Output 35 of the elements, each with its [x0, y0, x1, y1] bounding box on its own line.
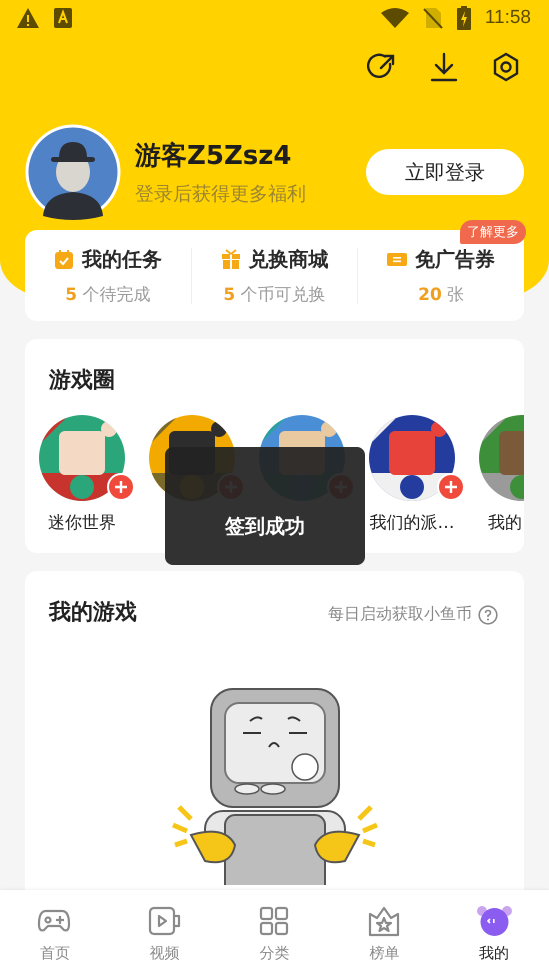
- checkin-toast: 签到成功: [165, 447, 365, 565]
- nav-tab[interactable]: 分类: [220, 890, 330, 976]
- nav-tab[interactable]: 榜单: [329, 890, 440, 976]
- stat-count: 5 个币可兑换: [223, 284, 326, 306]
- battery-icon: [456, 6, 471, 30]
- calendar-icon: [54, 248, 74, 270]
- game-name[interactable]: 我的: [488, 511, 524, 531]
- add-icon[interactable]: [107, 473, 135, 501]
- stat-count: 20 张: [418, 284, 464, 306]
- stat-title[interactable]: 兑换商城: [248, 246, 328, 272]
- game-name[interactable]: 迷你世界: [48, 511, 116, 531]
- wifi-icon: [380, 8, 409, 28]
- nav-tab[interactable]: 我的: [439, 890, 549, 976]
- nav-tab[interactable]: 视频: [110, 890, 220, 976]
- add-icon[interactable]: [437, 473, 465, 501]
- section-title: 游戏圈: [48, 367, 116, 395]
- gift-icon: [220, 248, 240, 270]
- help-icon[interactable]: [478, 604, 498, 624]
- login-hint: 登录后获得更多福利: [135, 182, 307, 206]
- no-sim-icon: [422, 7, 443, 29]
- coin-hint: 每日启动获取小鱼币: [328, 604, 472, 625]
- stat-title[interactable]: 免广告券: [415, 246, 496, 272]
- stat-count: 5 个待完成: [65, 284, 150, 306]
- font-icon: [54, 8, 72, 28]
- game-name[interactable]: 我们的派…: [370, 511, 454, 531]
- nav-tab[interactable]: 首页: [0, 890, 110, 976]
- clock-time: 11:58: [484, 7, 531, 29]
- download-icon[interactable]: [429, 52, 459, 82]
- settings-icon[interactable]: [491, 52, 521, 82]
- username: 游客Z5Zsz4: [135, 140, 292, 172]
- mascot-icon: [476, 904, 512, 938]
- warning-icon: [16, 7, 40, 29]
- section-title: 我的游戏: [48, 599, 137, 627]
- login-button[interactable]: 立即登录: [366, 149, 524, 195]
- stat-title[interactable]: 我的任务: [82, 246, 162, 272]
